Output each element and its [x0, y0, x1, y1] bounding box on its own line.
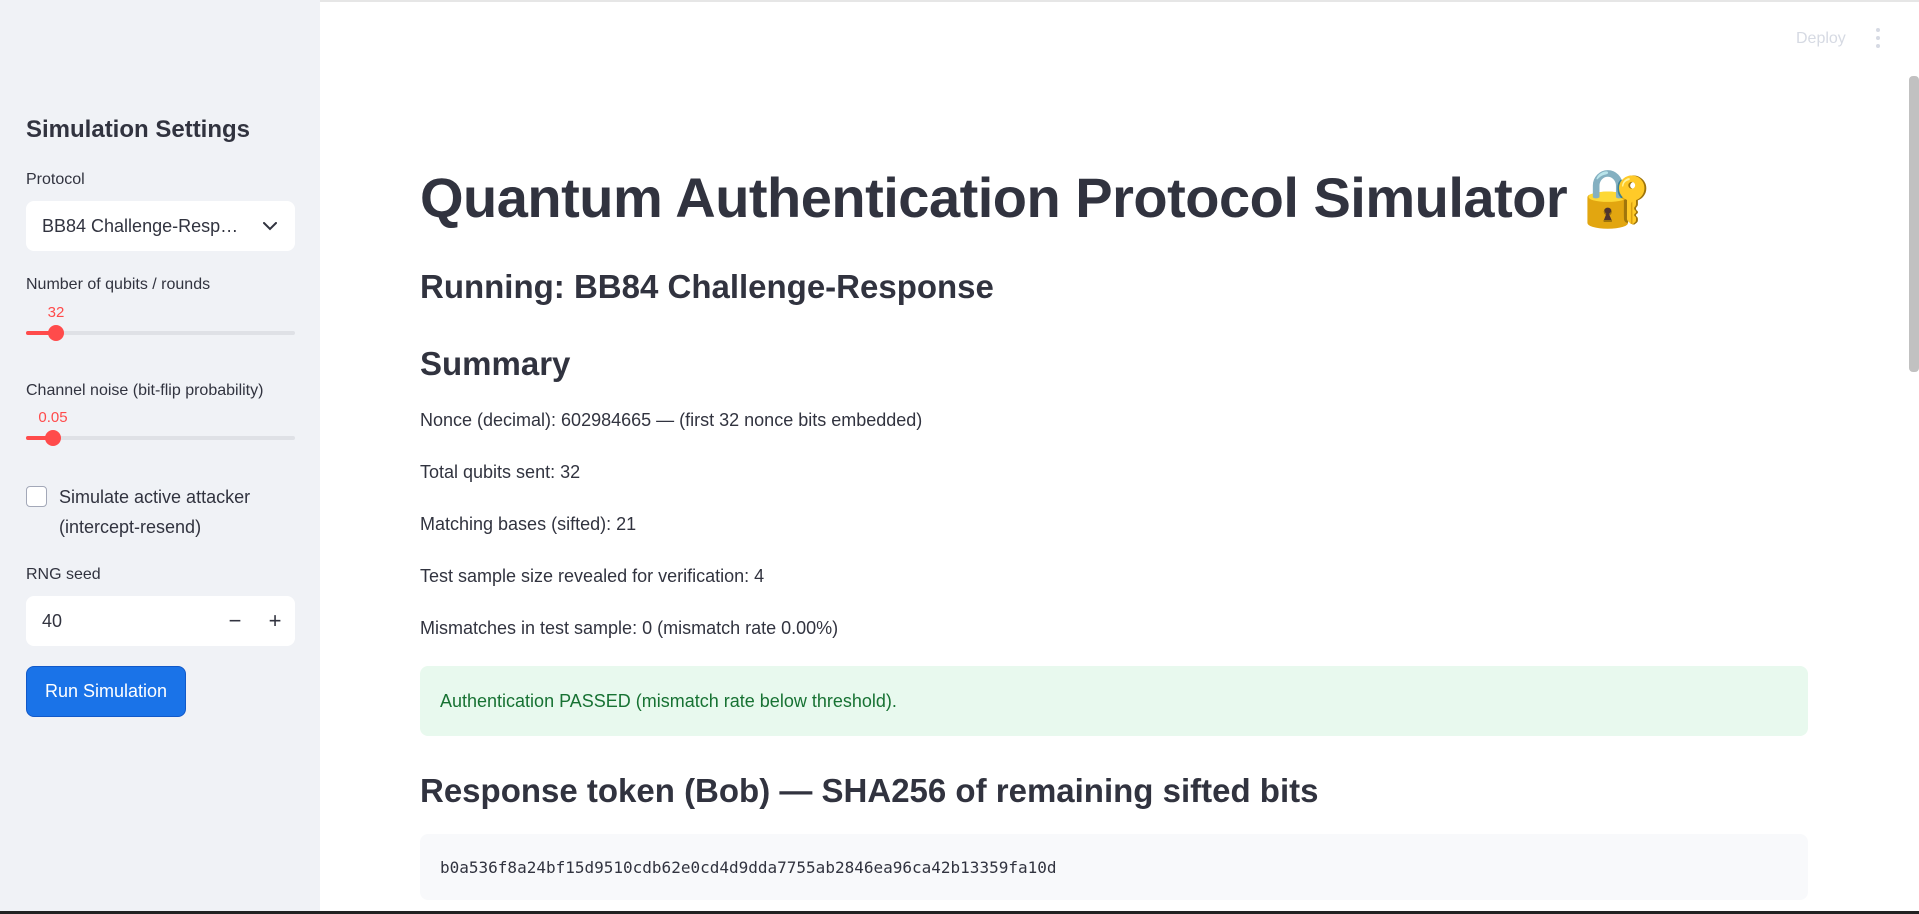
more-menu-icon[interactable] [1874, 28, 1882, 48]
attacker-checkbox-label[interactable]: Simulate active attacker (intercept-rese… [59, 482, 289, 542]
summary-line-nonce: Nonce (decimal): 602984665 — (first 32 n… [420, 410, 923, 430]
qubits-label: Number of qubits / rounds [26, 276, 211, 293]
page-title: Quantum Authentication Protocol Simulato… [420, 166, 1652, 229]
summary-line-matching-bases: Matching bases (sifted): 21 [420, 514, 637, 534]
summary-line-test-sample: Test sample size revealed for verificati… [420, 566, 765, 586]
summary-heading: Summary [420, 345, 571, 382]
qubits-slider-track [26, 331, 295, 335]
sidebar: Simulation Settings Protocol BB84 Challe… [0, 0, 320, 914]
response-token-code: b0a536f8a24bf15d9510cdb62e0cd4d9dda7755a… [420, 834, 1808, 900]
success-alert-text: Authentication PASSED (mismatch rate bel… [440, 690, 897, 711]
noise-slider-track [26, 436, 295, 440]
running-heading: Running: BB84 Challenge-Response [420, 268, 994, 305]
increment-button[interactable]: + [255, 596, 295, 646]
seed-input[interactable]: 40 − + [26, 596, 295, 646]
qubits-slider[interactable]: 32 [26, 302, 295, 342]
summary-line-mismatches: Mismatches in test sample: 0 (mismatch r… [420, 618, 839, 638]
response-token: b0a536f8a24bf15d9510cdb62e0cd4d9dda7755a… [440, 857, 1057, 877]
protocol-select-value: BB84 Challenge-Resp… [42, 215, 239, 236]
seed-input-value[interactable]: 40 [26, 611, 215, 632]
noise-slider-value: 0.05 [38, 409, 68, 426]
top-border [320, 0, 1919, 2]
attacker-checkbox[interactable] [26, 486, 47, 507]
protocol-select[interactable]: BB84 Challenge-Resp… [26, 201, 295, 251]
summary-line-total-qubits: Total qubits sent: 32 [420, 462, 581, 482]
qubits-slider-value: 32 [47, 304, 65, 321]
success-alert: Authentication PASSED (mismatch rate bel… [420, 666, 1808, 736]
scrollbar[interactable] [1909, 76, 1919, 372]
attacker-checkbox-row[interactable]: Simulate active attacker (intercept-rese… [26, 482, 289, 542]
protocol-label: Protocol [26, 171, 85, 188]
noise-label: Channel noise (bit-flip probability) [26, 382, 264, 399]
sidebar-heading: Simulation Settings [26, 116, 251, 143]
qubits-slider-thumb[interactable] [48, 325, 64, 341]
decrement-button[interactable]: − [215, 596, 255, 646]
noise-slider-thumb[interactable] [45, 430, 61, 446]
response-heading: Response token (Bob) — SHA256 of remaini… [420, 772, 1319, 809]
run-simulation-button[interactable]: Run Simulation [26, 666, 186, 717]
chevron-down-icon [261, 217, 279, 235]
seed-label: RNG seed [26, 566, 101, 583]
noise-slider[interactable]: 0.05 [26, 407, 295, 447]
deploy-button[interactable]: Deploy [1796, 30, 1846, 48]
